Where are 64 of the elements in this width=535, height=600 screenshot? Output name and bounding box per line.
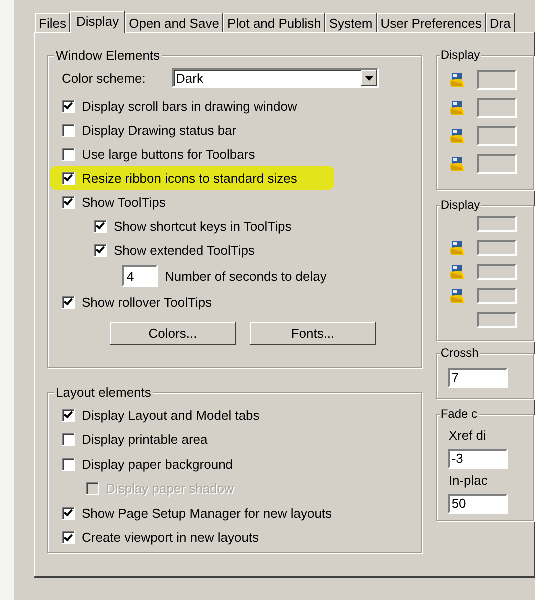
checkbox-label: Display paper background <box>82 456 234 472</box>
field-label: Color scheme: <box>62 70 147 86</box>
field-label: Number of seconds to delay <box>165 268 327 284</box>
tab[interactable]: Files <box>35 13 70 32</box>
tab[interactable]: Plot and Publish <box>223 13 326 32</box>
checkbox[interactable] <box>62 408 75 422</box>
input-field[interactable] <box>476 312 517 328</box>
checkbox-label: Display scroll bars in drawing window <box>82 98 298 114</box>
group-title: Layout elements <box>54 385 154 400</box>
group-title: Window Elements <box>54 48 162 63</box>
checkbox-label: Show ToolTips <box>82 194 166 210</box>
checkbox-label: Show shortcut keys in ToolTips <box>114 218 292 234</box>
tab[interactable]: Open and Save <box>125 13 224 32</box>
input-field[interactable]: -3 <box>448 449 508 469</box>
dialog-button[interactable]: Colors... <box>110 322 236 345</box>
checkbox[interactable] <box>62 124 75 136</box>
picture-icon <box>448 288 465 304</box>
checkbox[interactable] <box>94 244 107 256</box>
input-field[interactable] <box>476 98 517 118</box>
input-field[interactable] <box>476 288 517 304</box>
input-field[interactable] <box>476 126 517 146</box>
checkbox[interactable] <box>62 196 75 208</box>
checkbox-label: Show extended ToolTips <box>114 242 255 258</box>
input-field[interactable] <box>476 264 517 280</box>
input-field[interactable]: 50 <box>448 494 508 514</box>
checkbox-label: Display Layout and Model tabs <box>82 408 260 423</box>
checkbox[interactable] <box>62 506 75 520</box>
checkbox-label: Resize ribbon icons to standard sizes <box>82 170 298 186</box>
field-label: Xref di <box>448 428 488 443</box>
checkbox[interactable] <box>62 296 75 308</box>
checkbox-label: Create viewport in new layouts <box>82 530 260 546</box>
picture-icon <box>448 100 465 116</box>
input-field[interactable] <box>476 154 517 174</box>
dialog-button[interactable]: Fonts... <box>250 322 376 345</box>
checkbox[interactable] <box>62 100 75 112</box>
input-field[interactable] <box>476 240 517 256</box>
picture-icon <box>448 156 465 172</box>
number-field[interactable]: 4 <box>122 265 158 287</box>
checkbox-label: Display printable area <box>82 432 208 448</box>
checkbox-label: Show Page Setup Manager for new layouts <box>82 506 332 521</box>
group-title: Display <box>440 198 482 213</box>
field-label: In-plac <box>448 473 489 488</box>
tab[interactable]: Display <box>70 11 126 33</box>
checkbox-label: Show rollover ToolTips <box>82 294 212 310</box>
checkbox-label: Use large buttons for Toolbars <box>82 146 256 162</box>
picture-icon <box>448 240 465 256</box>
checkbox[interactable] <box>62 433 75 446</box>
picture-icon <box>448 128 465 144</box>
picture-icon <box>448 72 465 88</box>
checkbox[interactable] <box>62 531 75 544</box>
group-title: Display <box>440 48 482 63</box>
input-field[interactable] <box>476 70 517 90</box>
input-field[interactable]: 7 <box>448 368 508 388</box>
color-scheme-dropdown[interactable]: Dark <box>172 68 379 88</box>
checkbox[interactable] <box>94 220 107 232</box>
tab[interactable]: System <box>325 13 377 32</box>
checkbox-label: Display Drawing status bar <box>82 122 237 138</box>
input-field[interactable] <box>476 216 517 232</box>
checkbox[interactable] <box>62 172 75 184</box>
tab[interactable]: User Preferences <box>376 13 486 32</box>
checkbox[interactable] <box>62 148 75 160</box>
picture-icon <box>448 264 465 280</box>
tab[interactable]: Dra <box>486 13 515 32</box>
checkbox[interactable] <box>62 458 75 471</box>
